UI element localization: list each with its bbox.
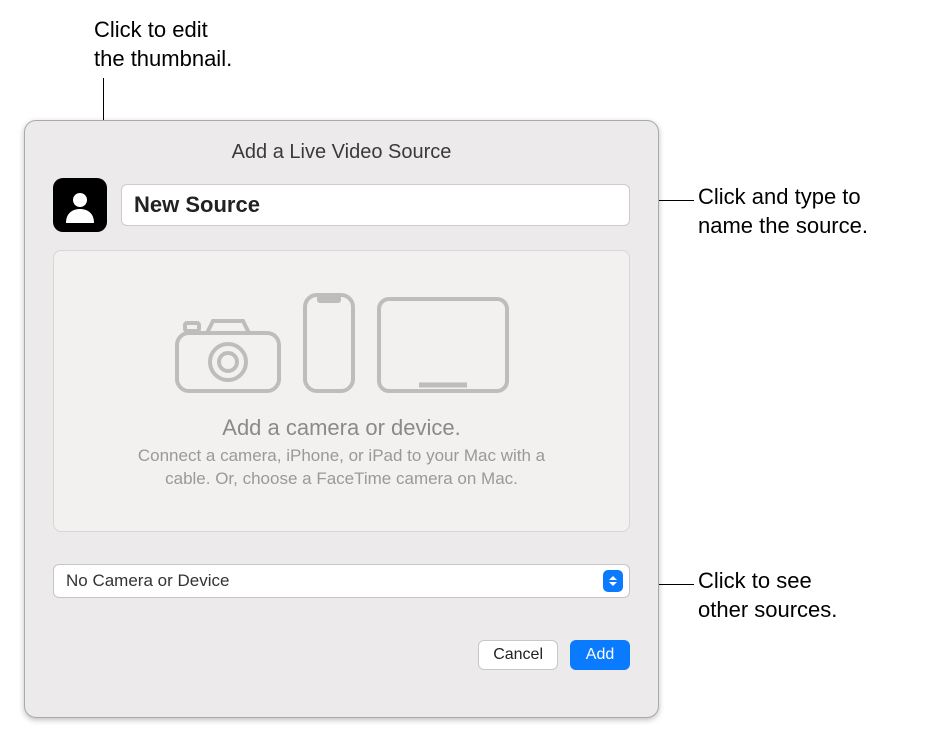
preview-subtitle: Connect a camera, iPhone, or iPad to you… [122,445,562,491]
source-popup[interactable]: No Camera or Device [53,564,630,598]
callout-name: Click and type to name the source. [698,183,908,240]
source-popup-value: No Camera or Device [66,571,603,591]
iphone-icon [301,291,357,395]
callout-popup: Click to see other sources. [698,567,898,624]
dialog-title: Add a Live Video Source [53,141,630,164]
person-silhouette-icon [62,187,98,223]
add-button-label: Add [586,646,614,664]
source-name-value: New Source [134,192,260,218]
add-button[interactable]: Add [570,640,630,670]
dialog-window: Add a Live Video Source New Source [24,120,659,718]
preview-area: Add a camera or device. Connect a camera… [53,250,630,532]
popup-arrows-icon [603,570,623,592]
preview-title: Add a camera or device. [222,415,460,441]
source-name-input[interactable]: New Source [121,184,630,226]
device-icons [173,291,511,395]
thumbnail-button[interactable] [53,178,107,232]
camera-icon [173,315,283,395]
callout-thumbnail: Click to edit the thumbnail. [94,16,274,73]
dialog-footer: Cancel Add [53,640,630,670]
cancel-button[interactable]: Cancel [478,640,558,670]
cancel-button-label: Cancel [493,646,543,664]
ipad-icon [375,295,511,395]
